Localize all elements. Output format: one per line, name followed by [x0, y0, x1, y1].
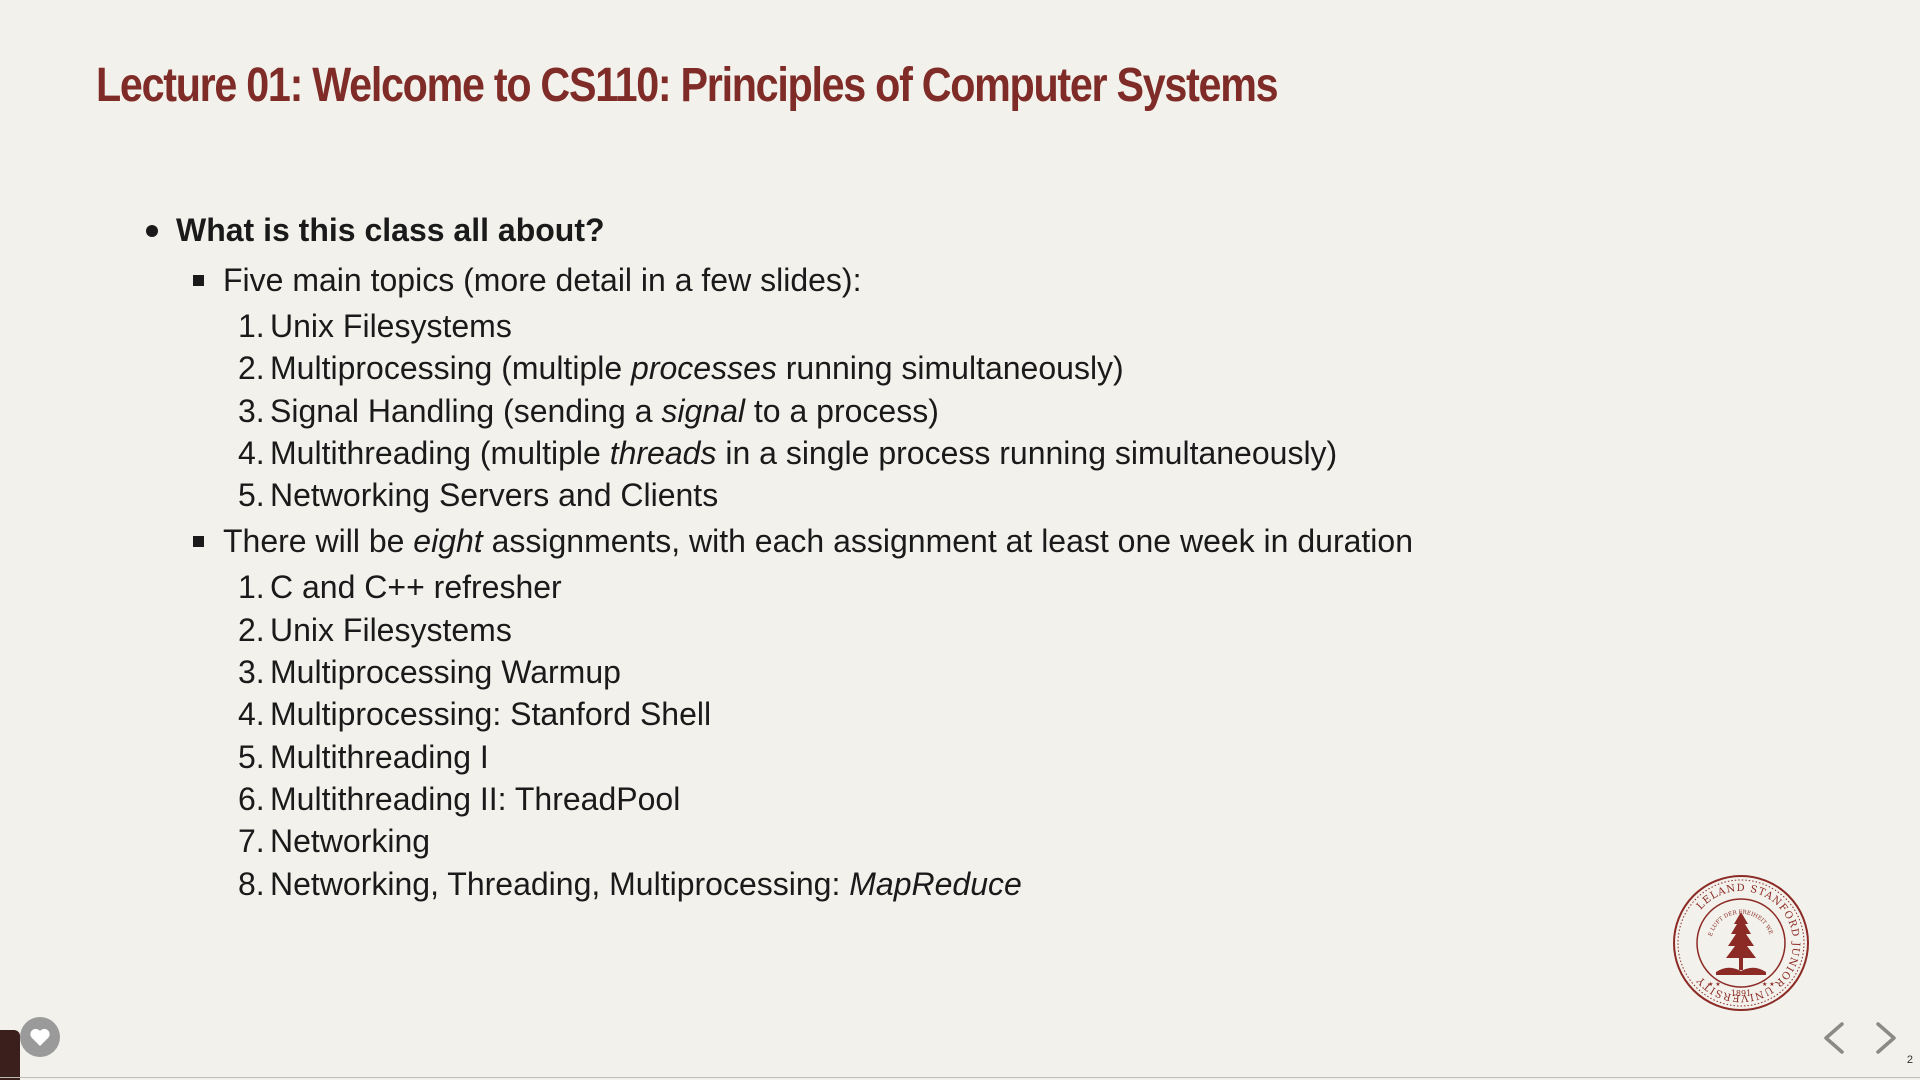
like-button[interactable] — [20, 1017, 60, 1057]
list-item: 7. Networking — [140, 820, 1413, 862]
bullet-dot — [146, 225, 158, 237]
main-bullet-text: What is this class all about? — [176, 212, 605, 248]
item-number: 8. — [238, 865, 265, 902]
list-item: 4. Multithreading (multiple threads in a … — [140, 432, 1413, 474]
slide-title: Lecture 01: Welcome to CS110: Principles… — [96, 59, 1279, 112]
assignments-heading-text: There will be — [223, 523, 414, 560]
item-text: Multithreading II: ThreadPool — [270, 780, 681, 817]
svg-text:★ ★: ★ ★ — [1762, 981, 1775, 988]
list-item: 5. Multithreading I — [140, 736, 1413, 778]
assignments-heading-text: assignments, with each assignment at lea… — [482, 523, 1413, 560]
item-number: 6. — [238, 780, 265, 817]
stanford-seal-icon: LELAND STANFORD JUNIOR UNIVERSITY DIE LU… — [1670, 870, 1810, 1012]
heart-icon — [30, 1028, 50, 1046]
next-slide-button[interactable] — [1868, 1018, 1904, 1058]
item-text: Multiprocessing Warmup — [270, 654, 621, 691]
item-text: running simultaneously) — [776, 350, 1124, 387]
item-emphasis: threads — [609, 434, 717, 471]
topics-list: 1. Unix Filesystems 2. Multiprocessing (mu… — [140, 305, 1413, 516]
list-item: 3. Signal Handling (sending a signal to a… — [140, 390, 1413, 432]
item-emphasis: signal — [661, 392, 745, 429]
item-number: 7. — [238, 823, 265, 860]
item-text: to a process) — [744, 392, 939, 429]
item-text: Networking, Threading, Multiprocessing: — [270, 865, 850, 902]
progress-bar — [0, 1077, 1920, 1078]
assignments-heading-emphasis: eight — [413, 523, 483, 560]
item-number: 3. — [238, 654, 265, 691]
list-item: 5. Networking Servers and Clients — [140, 474, 1413, 516]
main-bullet: What is this class all about? — [140, 205, 1413, 255]
list-item: 6. Multithreading II: ThreadPool — [140, 778, 1413, 820]
item-text: Signal Handling (sending a — [270, 392, 662, 429]
item-text: Unix Filesystems — [270, 308, 512, 344]
list-item: 1. Unix Filesystems — [140, 305, 1413, 347]
list-item: 2. Unix Filesystems — [140, 609, 1413, 651]
square-bullet — [193, 275, 204, 286]
slide-content: What is this class all about? Five main … — [140, 205, 1413, 905]
topics-heading: Five main topics (more detail in a few s… — [140, 255, 1413, 305]
item-text: Multithreading (multiple — [270, 434, 610, 471]
square-bullet — [193, 536, 204, 548]
item-text: Networking Servers and Clients — [270, 477, 719, 514]
item-number: 4. — [238, 696, 265, 733]
item-emphasis: processes — [631, 350, 777, 387]
item-number: 1. — [238, 569, 265, 606]
item-number: 1. — [238, 308, 265, 344]
item-text: Networking — [270, 823, 431, 860]
item-text: in a single process running simultaneous… — [716, 434, 1338, 471]
svg-text:1891: 1891 — [1731, 989, 1751, 998]
list-item: 3. Multiprocessing Warmup — [140, 651, 1413, 693]
assignments-heading: There will be eight assignments, with ea… — [140, 516, 1413, 566]
item-text: Multiprocessing (multiple — [270, 350, 632, 387]
svg-text:★ ★: ★ ★ — [1708, 981, 1721, 988]
item-text: Multithreading I — [270, 738, 489, 775]
item-number: 4. — [238, 434, 265, 471]
item-number: 3. — [238, 392, 265, 429]
chevron-left-icon — [1824, 1022, 1844, 1054]
item-number: 5. — [238, 738, 265, 775]
topics-heading-text: Five main topics (more detail in a few s… — [223, 262, 862, 298]
list-item: 1. C and C++ refresher — [140, 566, 1413, 608]
item-text: Unix Filesystems — [270, 611, 512, 648]
list-item: 2. Multiprocessing (multiple processes ru… — [140, 347, 1413, 389]
presenter-strip — [0, 1030, 20, 1080]
assignments-list: 1. C and C++ refresher 2. Unix Filesystems… — [140, 566, 1413, 904]
item-number: 5. — [238, 477, 265, 514]
item-text: C and C++ refresher — [270, 569, 562, 606]
list-item: 8. Networking, Threading, Multiprocessing… — [140, 863, 1413, 905]
chevron-right-icon — [1876, 1022, 1896, 1054]
item-number: 2. — [238, 611, 265, 648]
item-number: 2. — [238, 350, 265, 387]
list-item: 4. Multiprocessing: Stanford Shell — [140, 693, 1413, 735]
item-text: Multiprocessing: Stanford Shell — [270, 696, 712, 733]
previous-slide-button[interactable] — [1816, 1018, 1852, 1058]
item-emphasis: MapReduce — [849, 865, 1022, 902]
svg-text:DIE LUFT DER FREIHEIT WEHT: DIE LUFT DER FREIHEIT WEHT — [1672, 874, 1773, 937]
slide-number: 2 — [1906, 1054, 1913, 1066]
